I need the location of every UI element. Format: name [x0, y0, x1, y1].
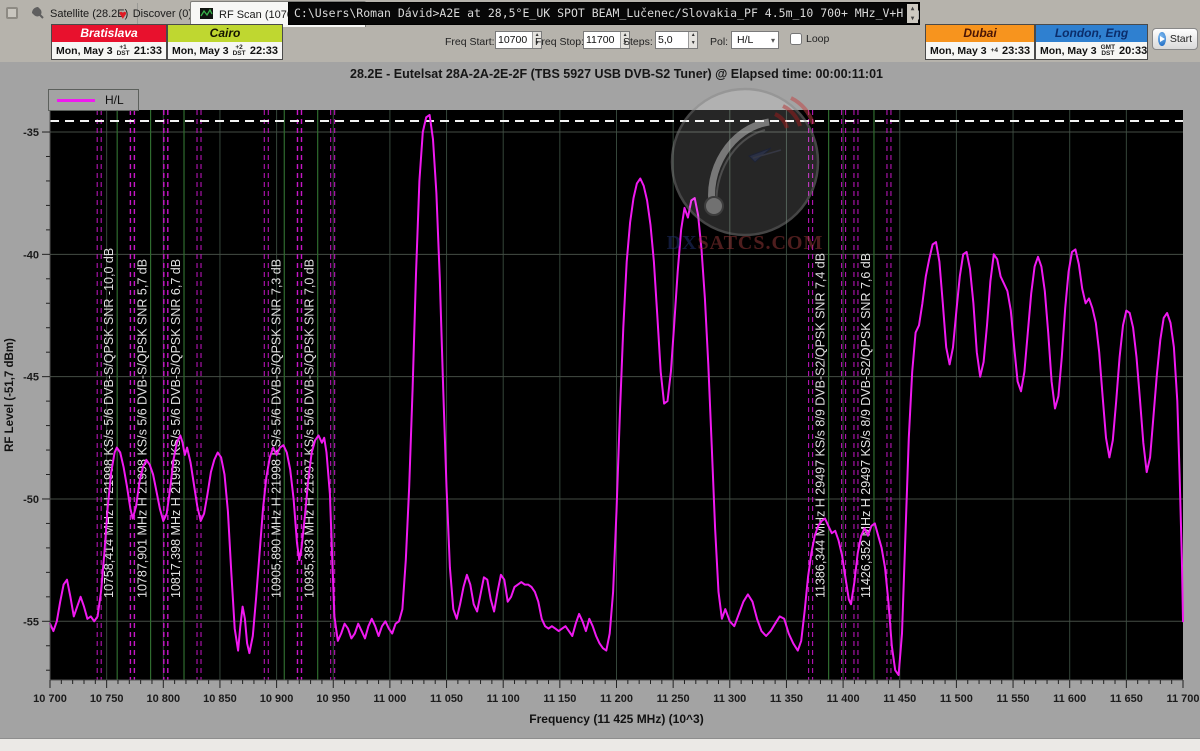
steps-spinner[interactable]: ▲▼ — [688, 32, 697, 48]
chevron-down-icon: ▾ — [771, 36, 775, 45]
clock-bratislava-date: Mon, May 3 — [56, 45, 113, 57]
command-text: C:\Users\Roman Dávid>A2E at 28,5°E_UK SP… — [294, 6, 920, 20]
clock-bratislava-city: Bratislava — [52, 25, 166, 42]
heart-icon: ♥ — [119, 8, 127, 21]
clock-dubai: Dubai Mon, May 3 +4 23:33 — [925, 24, 1035, 60]
clock-cairo-date: Mon, May 3 — [172, 45, 229, 57]
y-tick-label: -35 — [23, 127, 39, 139]
pol-select[interactable]: H/L ▾ — [731, 31, 779, 49]
x-axis-title: Frequency (11 425 MHz) (10^3) — [529, 712, 703, 726]
legend: H/L — [48, 89, 139, 111]
y-tick-label: -50 — [23, 494, 39, 506]
x-tick-label: 11 100 — [487, 693, 520, 705]
clock-bratislava: Bratislava Mon, May 3 +1DST 21:33 — [51, 24, 167, 60]
x-tick-label: 10 950 — [316, 693, 350, 705]
spectrum-plot: 10758,414 MHz H 21998 KS/s 5/6 DVB-S/QPS… — [0, 62, 1200, 738]
x-tick-label: 11 550 — [997, 693, 1030, 705]
x-tick-label: 10 850 — [203, 693, 237, 705]
clock-dubai-city: Dubai — [926, 25, 1034, 42]
freq-start-label: Freq Start: — [445, 36, 495, 48]
y-tick-label: -55 — [23, 616, 39, 628]
x-tick-label: 11 200 — [600, 693, 633, 705]
x-tick-label: 10 900 — [260, 693, 294, 705]
clock-cairo: Cairo Mon, May 3 +2DST 22:33 — [167, 24, 283, 60]
command-scrollbar[interactable]: ▲▼ — [907, 4, 918, 23]
clock-london: London, Eng Mon, May 3 GMTDST 20:33 — [1035, 24, 1148, 60]
carrier-annotation: 10817,398 MHz H 21999 KS/s 5/6 DVB-S/QPS… — [169, 259, 183, 598]
pol-label: Pol: — [710, 36, 728, 48]
command-bar: C:\Users\Roman Dávid>A2E at 28,5°E_UK SP… — [288, 2, 920, 25]
clock-london-city: London, Eng — [1036, 25, 1147, 42]
x-tick-label: 11 600 — [1053, 693, 1086, 705]
clock-london-time: 20:33 — [1119, 45, 1147, 57]
clock-dubai-date: Mon, May 3 — [930, 45, 987, 57]
loop-control: Loop — [790, 33, 829, 45]
x-tick-label: 10 750 — [90, 693, 124, 705]
clock-dubai-time: 23:33 — [1002, 45, 1030, 57]
clock-cairo-city: Cairo — [168, 25, 282, 42]
x-tick-label: 11 700 — [1166, 693, 1199, 705]
scroll-down-icon[interactable]: ▼ — [911, 14, 915, 23]
spectrum-chart-panel: 28.2E - Eutelsat 28A-2A-2E-2F (TBS 5927 … — [0, 62, 1200, 738]
x-tick-label: 11 050 — [430, 693, 463, 705]
steps-field[interactable] — [656, 32, 688, 48]
tab-discover[interactable]: ♥ Discover (0) — [110, 3, 202, 25]
scroll-up-icon[interactable]: ▲ — [911, 4, 915, 13]
clock-london-date: Mon, May 3 — [1040, 45, 1097, 57]
y-axis-title: RF Level (-51,7 dBm) — [4, 338, 16, 452]
loop-checkbox[interactable] — [790, 33, 802, 45]
legend-line-sample — [57, 99, 95, 102]
window-bottom-edge — [0, 738, 1200, 751]
y-tick-label: -45 — [23, 372, 39, 384]
freq-start-field[interactable] — [496, 32, 532, 48]
tab-discover-label: Discover (0) — [133, 8, 192, 20]
satellite-icon — [31, 6, 44, 22]
steps-label: Steps: — [623, 36, 653, 48]
carrier-annotation: 11426,352 MHz H 29497 KS/s 8/9 DVB-S2/QP… — [859, 253, 873, 598]
carrier-annotation: 10905,890 MHz H 21998 KS/s 5/6 DVB-S/QPS… — [269, 259, 283, 598]
start-button-label: Start — [1170, 33, 1192, 45]
clock-bratislava-time: 21:33 — [134, 45, 162, 57]
steps-input[interactable]: ▲▼ — [655, 31, 698, 49]
rf-scan-icon — [200, 8, 213, 22]
y-tick-label: -40 — [23, 249, 39, 261]
play-icon — [1158, 32, 1166, 46]
carrier-annotation: 10787,901 MHz H 21998 KS/s 5/6 DVB-S/QPS… — [136, 259, 150, 598]
x-tick-label: 11 300 — [713, 693, 746, 705]
clock-cairo-time: 22:33 — [250, 45, 278, 57]
x-tick-label: 10 800 — [146, 693, 180, 705]
start-button[interactable]: Start — [1152, 28, 1198, 50]
chart-title: 28.2E - Eutelsat 28A-2A-2E-2F (TBS 5927 … — [50, 67, 1183, 81]
x-tick-label: 11 250 — [657, 693, 690, 705]
freq-stop-field[interactable] — [584, 32, 620, 48]
carrier-annotation: 10935,383 MHz H 21997 KS/s 5/6 DVB-S/QPS… — [303, 259, 317, 598]
freq-stop-label: Freq Stop: — [535, 36, 584, 48]
legend-label: H/L — [105, 93, 124, 107]
carrier-annotation: 11386,344 MHz H 29497 KS/s 8/9 DVB-S2/QP… — [814, 253, 828, 598]
x-tick-label: 11 400 — [827, 693, 860, 705]
top-bar: Satellite (28.2E) ♥ Discover (0) RF Scan… — [0, 0, 1200, 63]
x-tick-label: 11 500 — [940, 693, 973, 705]
x-tick-label: 11 350 — [770, 693, 803, 705]
loop-label: Loop — [806, 33, 829, 45]
x-tick-label: 11 150 — [543, 693, 576, 705]
x-tick-label: 10 700 — [33, 693, 67, 705]
pol-value: H/L — [737, 34, 753, 46]
x-tick-label: 11 650 — [1110, 693, 1143, 705]
x-tick-label: 11 000 — [373, 693, 406, 705]
x-tick-label: 11 450 — [883, 693, 916, 705]
app-icon — [5, 6, 19, 20]
